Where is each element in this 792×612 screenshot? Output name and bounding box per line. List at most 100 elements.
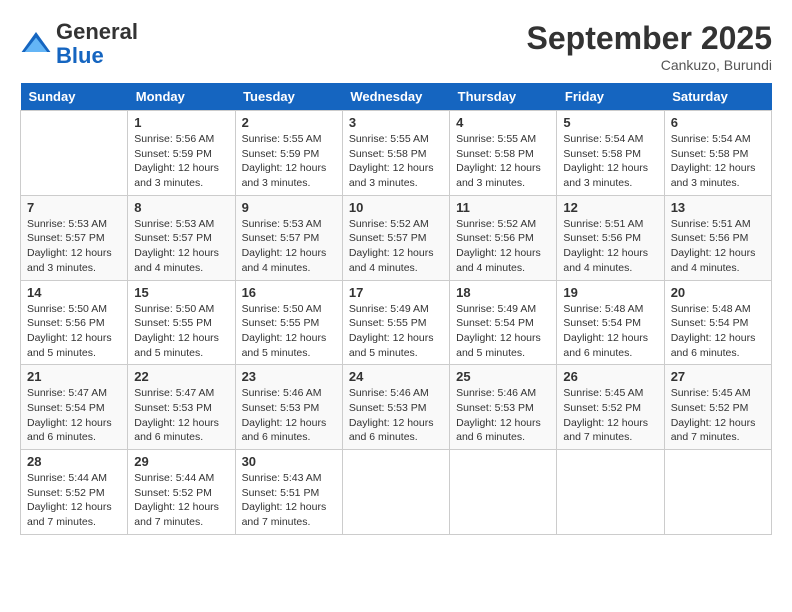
day-info: Sunrise: 5:44 AM Sunset: 5:52 PM Dayligh… xyxy=(134,471,228,530)
day-number: 22 xyxy=(134,369,228,384)
day-info: Sunrise: 5:56 AM Sunset: 5:59 PM Dayligh… xyxy=(134,132,228,191)
day-info: Sunrise: 5:54 AM Sunset: 5:58 PM Dayligh… xyxy=(671,132,765,191)
table-cell: 27 Sunrise: 5:45 AM Sunset: 5:52 PM Dayli… xyxy=(664,365,771,450)
day-info: Sunrise: 5:45 AM Sunset: 5:52 PM Dayligh… xyxy=(563,386,657,445)
table-cell xyxy=(342,450,449,535)
day-info: Sunrise: 5:46 AM Sunset: 5:53 PM Dayligh… xyxy=(242,386,336,445)
location-subtitle: Cankuzo, Burundi xyxy=(527,57,772,73)
day-info: Sunrise: 5:55 AM Sunset: 5:58 PM Dayligh… xyxy=(456,132,550,191)
day-number: 13 xyxy=(671,200,765,215)
day-number: 27 xyxy=(671,369,765,384)
day-number: 6 xyxy=(671,115,765,130)
day-number: 29 xyxy=(134,454,228,469)
week-row-5: 28 Sunrise: 5:44 AM Sunset: 5:52 PM Dayli… xyxy=(21,450,772,535)
table-cell: 19 Sunrise: 5:48 AM Sunset: 5:54 PM Dayli… xyxy=(557,280,664,365)
day-info: Sunrise: 5:46 AM Sunset: 5:53 PM Dayligh… xyxy=(456,386,550,445)
table-cell: 3 Sunrise: 5:55 AM Sunset: 5:58 PM Daylig… xyxy=(342,111,449,196)
day-number: 9 xyxy=(242,200,336,215)
week-row-4: 21 Sunrise: 5:47 AM Sunset: 5:54 PM Dayli… xyxy=(21,365,772,450)
header-thursday: Thursday xyxy=(450,83,557,111)
day-info: Sunrise: 5:55 AM Sunset: 5:59 PM Dayligh… xyxy=(242,132,336,191)
table-cell: 21 Sunrise: 5:47 AM Sunset: 5:54 PM Dayli… xyxy=(21,365,128,450)
day-info: Sunrise: 5:47 AM Sunset: 5:53 PM Dayligh… xyxy=(134,386,228,445)
table-cell: 17 Sunrise: 5:49 AM Sunset: 5:55 PM Dayli… xyxy=(342,280,449,365)
day-info: Sunrise: 5:55 AM Sunset: 5:58 PM Dayligh… xyxy=(349,132,443,191)
day-number: 23 xyxy=(242,369,336,384)
header-saturday: Saturday xyxy=(664,83,771,111)
day-number: 26 xyxy=(563,369,657,384)
day-number: 21 xyxy=(27,369,121,384)
day-info: Sunrise: 5:48 AM Sunset: 5:54 PM Dayligh… xyxy=(671,302,765,361)
day-number: 12 xyxy=(563,200,657,215)
day-number: 5 xyxy=(563,115,657,130)
table-cell xyxy=(450,450,557,535)
table-cell: 1 Sunrise: 5:56 AM Sunset: 5:59 PM Daylig… xyxy=(128,111,235,196)
header-friday: Friday xyxy=(557,83,664,111)
table-cell: 28Sunrise: 5:44 AM Sunset: 5:52 PM Dayli… xyxy=(21,450,128,535)
day-number: 24 xyxy=(349,369,443,384)
day-info: Sunrise: 5:52 AM Sunset: 5:56 PM Dayligh… xyxy=(456,217,550,276)
table-cell: 23 Sunrise: 5:46 AM Sunset: 5:53 PM Dayli… xyxy=(235,365,342,450)
logo-general: General xyxy=(56,19,138,44)
header-row: Sunday Monday Tuesday Wednesday Thursday… xyxy=(21,83,772,111)
table-cell xyxy=(21,111,128,196)
table-cell: 12Sunrise: 5:51 AM Sunset: 5:56 PM Dayli… xyxy=(557,195,664,280)
table-cell: 6 Sunrise: 5:54 AM Sunset: 5:58 PM Daylig… xyxy=(664,111,771,196)
day-number: 7 xyxy=(27,200,121,215)
day-info: Sunrise: 5:54 AM Sunset: 5:58 PM Dayligh… xyxy=(563,132,657,191)
day-number: 4 xyxy=(456,115,550,130)
day-info: Sunrise: 5:50 AM Sunset: 5:55 PM Dayligh… xyxy=(134,302,228,361)
table-cell: 9Sunrise: 5:53 AM Sunset: 5:57 PM Daylig… xyxy=(235,195,342,280)
table-cell: 29 Sunrise: 5:44 AM Sunset: 5:52 PM Dayli… xyxy=(128,450,235,535)
table-cell xyxy=(557,450,664,535)
month-title: September 2025 xyxy=(527,20,772,57)
day-info: Sunrise: 5:47 AM Sunset: 5:54 PM Dayligh… xyxy=(27,386,121,445)
day-info: Sunrise: 5:50 AM Sunset: 5:56 PM Dayligh… xyxy=(27,302,121,361)
logo-text: General Blue xyxy=(56,20,138,68)
day-number: 3 xyxy=(349,115,443,130)
day-number: 19 xyxy=(563,285,657,300)
calendar-table: Sunday Monday Tuesday Wednesday Thursday… xyxy=(20,83,772,535)
day-number: 30 xyxy=(242,454,336,469)
day-info: Sunrise: 5:45 AM Sunset: 5:52 PM Dayligh… xyxy=(671,386,765,445)
day-number: 1 xyxy=(134,115,228,130)
title-block: September 2025 Cankuzo, Burundi xyxy=(527,20,772,73)
day-number: 2 xyxy=(242,115,336,130)
day-info: Sunrise: 5:48 AM Sunset: 5:54 PM Dayligh… xyxy=(563,302,657,361)
table-cell: 15Sunrise: 5:50 AM Sunset: 5:55 PM Dayli… xyxy=(128,280,235,365)
table-cell: 18Sunrise: 5:49 AM Sunset: 5:54 PM Dayli… xyxy=(450,280,557,365)
header-wednesday: Wednesday xyxy=(342,83,449,111)
day-info: Sunrise: 5:46 AM Sunset: 5:53 PM Dayligh… xyxy=(349,386,443,445)
table-cell: 16 Sunrise: 5:50 AM Sunset: 5:55 PM Dayli… xyxy=(235,280,342,365)
table-cell: 14Sunrise: 5:50 AM Sunset: 5:56 PM Dayli… xyxy=(21,280,128,365)
day-number: 20 xyxy=(671,285,765,300)
day-info: Sunrise: 5:49 AM Sunset: 5:54 PM Dayligh… xyxy=(456,302,550,361)
table-cell: 2 Sunrise: 5:55 AM Sunset: 5:59 PM Daylig… xyxy=(235,111,342,196)
table-cell: 5 Sunrise: 5:54 AM Sunset: 5:58 PM Daylig… xyxy=(557,111,664,196)
header-monday: Monday xyxy=(128,83,235,111)
table-cell: 30 Sunrise: 5:43 AM Sunset: 5:51 PM Dayli… xyxy=(235,450,342,535)
table-cell: 26 Sunrise: 5:45 AM Sunset: 5:52 PM Dayli… xyxy=(557,365,664,450)
day-info: Sunrise: 5:49 AM Sunset: 5:55 PM Dayligh… xyxy=(349,302,443,361)
table-cell: 22 Sunrise: 5:47 AM Sunset: 5:53 PM Dayli… xyxy=(128,365,235,450)
table-cell: 4 Sunrise: 5:55 AM Sunset: 5:58 PM Daylig… xyxy=(450,111,557,196)
table-cell xyxy=(664,450,771,535)
day-number: 28 xyxy=(27,454,121,469)
table-cell: 11 Sunrise: 5:52 AM Sunset: 5:56 PM Dayli… xyxy=(450,195,557,280)
day-info: Sunrise: 5:52 AM Sunset: 5:57 PM Dayligh… xyxy=(349,217,443,276)
header-tuesday: Tuesday xyxy=(235,83,342,111)
day-info: Sunrise: 5:50 AM Sunset: 5:55 PM Dayligh… xyxy=(242,302,336,361)
day-number: 11 xyxy=(456,200,550,215)
day-info: Sunrise: 5:43 AM Sunset: 5:51 PM Dayligh… xyxy=(242,471,336,530)
logo: General Blue xyxy=(20,20,138,68)
table-cell: 25Sunrise: 5:46 AM Sunset: 5:53 PM Dayli… xyxy=(450,365,557,450)
table-cell: 8Sunrise: 5:53 AM Sunset: 5:57 PM Daylig… xyxy=(128,195,235,280)
logo-icon xyxy=(20,28,52,60)
day-info: Sunrise: 5:53 AM Sunset: 5:57 PM Dayligh… xyxy=(134,217,228,276)
page-header: General Blue September 2025 Cankuzo, Bur… xyxy=(20,20,772,73)
week-row-3: 14Sunrise: 5:50 AM Sunset: 5:56 PM Dayli… xyxy=(21,280,772,365)
week-row-2: 7 Sunrise: 5:53 AM Sunset: 5:57 PM Daylig… xyxy=(21,195,772,280)
day-number: 16 xyxy=(242,285,336,300)
day-number: 17 xyxy=(349,285,443,300)
day-info: Sunrise: 5:51 AM Sunset: 5:56 PM Dayligh… xyxy=(671,217,765,276)
